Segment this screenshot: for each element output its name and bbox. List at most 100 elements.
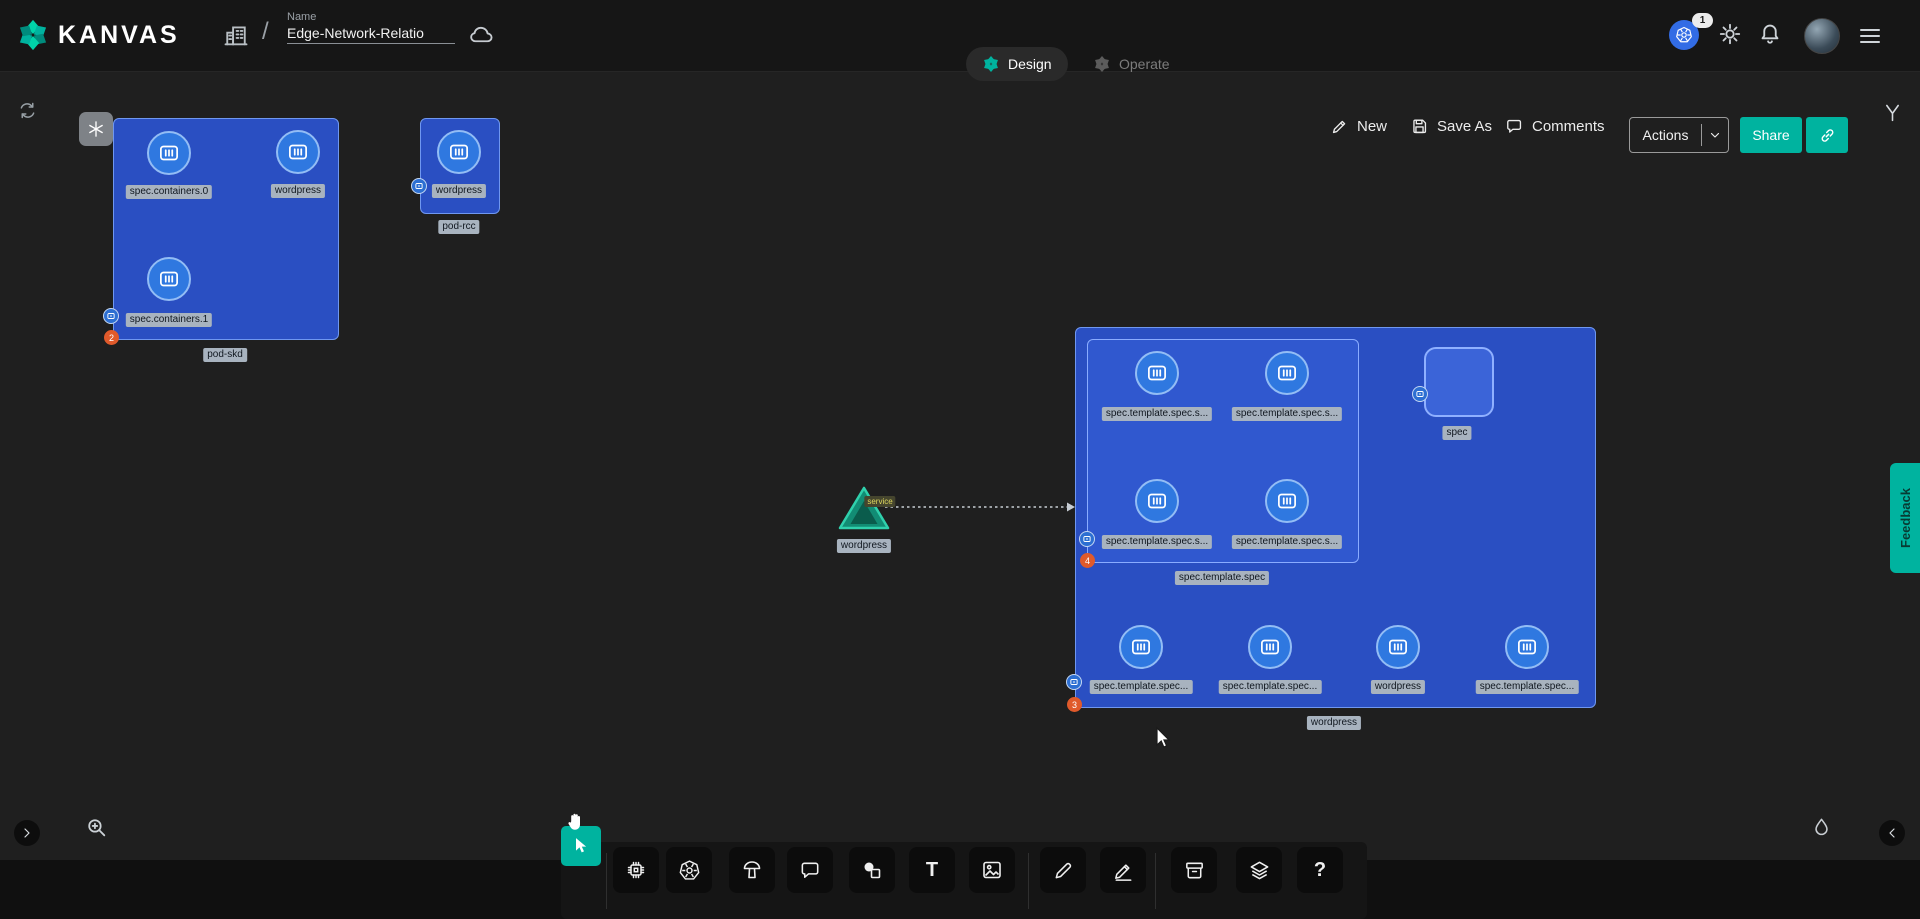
image-icon — [980, 858, 1004, 882]
comment-icon — [1505, 117, 1524, 136]
brand-title: KANVAS — [58, 21, 180, 50]
kanvas-logo-icon[interactable] — [16, 18, 50, 52]
pod-badge[interactable] — [103, 308, 119, 324]
cluster-count-badge: 1 — [1692, 13, 1713, 28]
pan-tool-button[interactable] — [564, 810, 588, 834]
settings-button[interactable] — [1717, 21, 1743, 47]
sync-button[interactable] — [17, 100, 38, 121]
help-tool-button[interactable]: ? — [1297, 847, 1343, 893]
pencil-tool-button[interactable] — [1040, 847, 1086, 893]
container-icon — [1385, 634, 1411, 660]
new-button[interactable]: New — [1330, 117, 1387, 136]
gear-icon — [1717, 21, 1743, 47]
actions-label: Actions — [1630, 127, 1701, 143]
group-spec-template-spec[interactable] — [1087, 339, 1359, 563]
layers-tool-button[interactable] — [1236, 847, 1282, 893]
tab-operate-label: Operate — [1119, 56, 1170, 72]
design-gear-icon — [982, 55, 1000, 73]
container-icon — [1257, 634, 1283, 660]
container-node[interactable] — [147, 257, 191, 301]
node-label: wordpress — [1371, 680, 1425, 694]
user-avatar[interactable] — [1804, 18, 1840, 54]
pod-badge[interactable] — [1412, 386, 1428, 402]
container-node[interactable] — [1119, 625, 1163, 669]
comments-button[interactable]: Comments — [1505, 117, 1605, 136]
spec-node[interactable] — [1424, 347, 1494, 417]
service-node[interactable] — [838, 486, 890, 530]
mouse-cursor — [1152, 726, 1176, 750]
collapse-right-panel-button[interactable] — [1879, 820, 1905, 846]
pod-badge[interactable] — [1079, 531, 1095, 547]
design-canvas[interactable]: Feedback New Save As — [0, 71, 1920, 860]
node-label: wordpress — [837, 539, 891, 553]
cloud-sync-icon[interactable] — [468, 22, 496, 50]
container-icon — [1128, 634, 1154, 660]
container-node[interactable] — [147, 131, 191, 175]
ink-drop-icon[interactable] — [1810, 816, 1833, 839]
container-icon — [1274, 360, 1300, 386]
zoom-button[interactable] — [84, 815, 109, 840]
bell-icon — [1757, 21, 1783, 47]
notifications-button[interactable] — [1757, 21, 1783, 47]
group-label: wordpress — [1307, 716, 1361, 730]
container-node[interactable] — [1135, 351, 1179, 395]
kubernetes-icon — [1674, 25, 1694, 45]
container-node[interactable] — [1376, 625, 1420, 669]
container-node[interactable] — [1265, 351, 1309, 395]
container-node[interactable] — [1505, 625, 1549, 669]
expand-left-panel-button[interactable] — [14, 820, 40, 846]
sync-icon — [17, 100, 38, 121]
node-label: wordpress — [271, 184, 325, 198]
tab-operate[interactable]: Operate — [1077, 47, 1186, 81]
branch-icon[interactable] — [1882, 102, 1903, 123]
feedback-label: Feedback — [1898, 488, 1913, 548]
container-node[interactable] — [1265, 479, 1309, 523]
container-icon — [285, 139, 311, 165]
actions-button[interactable]: Actions — [1629, 117, 1729, 153]
copy-link-button[interactable] — [1806, 117, 1848, 153]
freeze-layout-button[interactable] — [79, 112, 113, 146]
group-label: spec.template.spec — [1175, 571, 1269, 585]
media-tool-button[interactable] — [969, 847, 1015, 893]
issue-count-badge[interactable]: 4 — [1080, 553, 1095, 568]
container-node[interactable] — [276, 130, 320, 174]
issue-count-badge[interactable]: 2 — [104, 330, 119, 345]
org-switcher-button[interactable] — [222, 21, 250, 49]
issue-count-badge[interactable]: 3 — [1067, 697, 1082, 712]
pod-badge[interactable] — [411, 178, 427, 194]
chevron-right-icon — [21, 827, 33, 839]
container-node[interactable] — [437, 130, 481, 174]
comment-tool-button[interactable] — [787, 847, 833, 893]
kubernetes-tool-button[interactable] — [666, 847, 712, 893]
save-as-button[interactable]: Save As — [1410, 117, 1492, 136]
tab-design-label: Design — [1008, 56, 1052, 72]
menu-button[interactable] — [1858, 25, 1882, 47]
design-name-label: Name — [287, 11, 455, 23]
node-label: spec.template.spec.s... — [1102, 535, 1212, 549]
comment-icon — [799, 859, 822, 882]
tab-design[interactable]: Design — [966, 47, 1068, 81]
shapes-tool-button[interactable] — [849, 847, 895, 893]
share-label: Share — [1752, 127, 1789, 143]
container-node[interactable] — [1135, 479, 1179, 523]
node-label: spec.template.spec... — [1476, 680, 1579, 694]
layers-icon — [1248, 859, 1271, 882]
chevron-down-icon — [1709, 129, 1721, 141]
text-tool-button[interactable]: T — [909, 847, 955, 893]
actions-dropdown-toggle[interactable] — [1702, 129, 1728, 141]
components-tool-button[interactable] — [613, 847, 659, 893]
drawer-tool-button[interactable] — [1171, 847, 1217, 893]
share-button[interactable]: Share — [1740, 117, 1802, 153]
pod-badge[interactable] — [1066, 674, 1082, 690]
group-label: pod-rcc — [438, 220, 479, 234]
feedback-tab[interactable]: Feedback — [1890, 463, 1920, 573]
design-name-input[interactable] — [287, 23, 455, 44]
node-label: spec.template.spec.s... — [1232, 535, 1342, 549]
catalog-tool-button[interactable] — [729, 847, 775, 893]
zoom-in-icon — [84, 815, 109, 840]
pen-tool-button[interactable] — [1100, 847, 1146, 893]
save-icon — [1410, 117, 1429, 136]
node-label: spec.template.spec... — [1219, 680, 1322, 694]
dock-divider — [1028, 853, 1029, 909]
container-node[interactable] — [1248, 625, 1292, 669]
